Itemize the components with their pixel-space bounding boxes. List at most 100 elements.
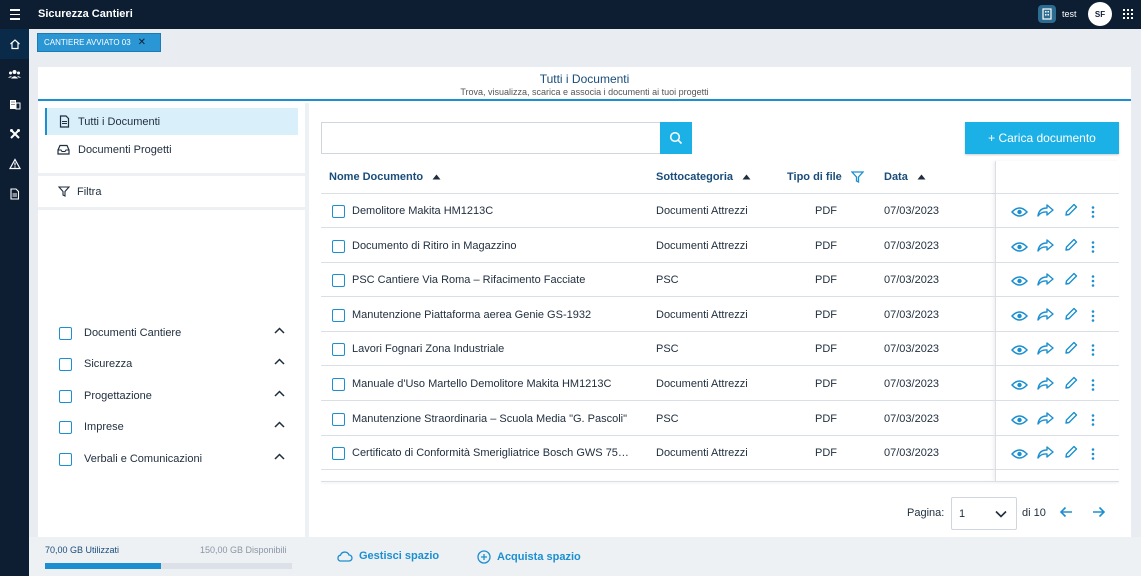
- sidebar-item-project-documents[interactable]: Documenti Progetti: [45, 136, 298, 163]
- row-checkbox[interactable]: [332, 343, 345, 357]
- manage-space-link[interactable]: Gestisci spazio: [336, 550, 439, 562]
- search-button[interactable]: [660, 122, 692, 154]
- more-options-icon[interactable]: [1091, 413, 1095, 431]
- nav-buildings[interactable]: [0, 89, 29, 119]
- chevron-up-icon[interactable]: [274, 390, 285, 397]
- edit-icon[interactable]: [1064, 341, 1078, 360]
- category-checkbox[interactable]: [59, 452, 72, 466]
- view-icon[interactable]: [1010, 413, 1029, 431]
- category-documenti-cantiere[interactable]: Documenti Cantiere: [59, 324, 285, 342]
- document-name[interactable]: Lavori Fognari Zona Industriale: [352, 343, 635, 355]
- row-checkbox[interactable]: [332, 205, 345, 218]
- buy-space-link[interactable]: Acquista spazio: [477, 550, 581, 564]
- view-icon[interactable]: [1010, 447, 1029, 465]
- sort-up-icon[interactable]: [432, 174, 441, 180]
- chevron-up-icon[interactable]: [274, 453, 285, 460]
- edit-icon[interactable]: [1064, 238, 1078, 257]
- table-row[interactable]: Demolitore Makita HM1213C Documenti Attre…: [321, 194, 1119, 228]
- edit-icon[interactable]: [1064, 445, 1078, 464]
- table-row[interactable]: Manutenzione Piattaforma aerea Genie GS-…: [321, 298, 1119, 332]
- row-checkbox[interactable]: [332, 274, 345, 288]
- document-name[interactable]: Manuale d'Uso Martello Demolitore Makita…: [352, 378, 635, 390]
- row-checkbox[interactable]: [332, 412, 345, 426]
- edit-icon[interactable]: [1064, 307, 1078, 326]
- share-icon[interactable]: [1037, 308, 1054, 326]
- nav-warnings[interactable]: [0, 149, 29, 179]
- arrow-right-icon[interactable]: [1092, 506, 1106, 518]
- column-header-file-type[interactable]: Tipo di file: [787, 171, 864, 183]
- category-checkbox[interactable]: [59, 357, 72, 371]
- chevron-up-icon[interactable]: [274, 421, 285, 428]
- project-chip[interactable]: CANTIERE AVVIATO 03 ✕: [37, 33, 161, 52]
- view-icon[interactable]: [1010, 274, 1029, 292]
- view-icon[interactable]: [1010, 240, 1029, 258]
- chevron-up-icon[interactable]: [274, 327, 285, 334]
- row-checkbox[interactable]: [332, 308, 345, 322]
- document-name[interactable]: PSC Cantiere Via Roma – Rifacimento Facc…: [352, 274, 635, 286]
- more-options-icon[interactable]: [1091, 309, 1095, 327]
- nav-documents[interactable]: [0, 179, 29, 209]
- more-options-icon[interactable]: [1091, 274, 1095, 292]
- row-checkbox[interactable]: [332, 447, 345, 461]
- document-name[interactable]: Documento di Ritiro in Magazzino: [352, 240, 635, 252]
- share-icon[interactable]: [1037, 273, 1054, 291]
- table-row[interactable]: Manuale d'Uso Martello Demolitore Makita…: [321, 367, 1119, 401]
- share-icon[interactable]: [1037, 204, 1054, 222]
- category-checkbox[interactable]: [59, 389, 72, 403]
- table-row[interactable]: PSC Cantiere Via Roma – Rifacimento Facc…: [321, 263, 1119, 298]
- more-options-icon[interactable]: [1091, 343, 1095, 361]
- category-imprese[interactable]: Imprese: [59, 418, 285, 436]
- search-input[interactable]: [321, 122, 661, 154]
- view-icon[interactable]: [1010, 205, 1029, 223]
- document-name[interactable]: Demolitore Makita HM1213C: [352, 205, 635, 217]
- building-icon[interactable]: [1038, 5, 1056, 23]
- arrow-left-icon[interactable]: [1059, 506, 1073, 518]
- nav-users[interactable]: [0, 59, 29, 89]
- sort-up-icon[interactable]: [917, 174, 926, 180]
- view-icon[interactable]: [1010, 343, 1029, 361]
- column-header-name[interactable]: Nome Documento: [329, 171, 441, 183]
- edit-icon[interactable]: [1064, 411, 1078, 430]
- filter-toggle[interactable]: Filtra: [38, 176, 305, 207]
- column-header-subcategory[interactable]: Sottocategoria: [656, 171, 751, 183]
- category-checkbox[interactable]: [59, 420, 72, 434]
- share-icon[interactable]: [1037, 342, 1054, 360]
- user-name[interactable]: test: [1062, 9, 1077, 19]
- page-select[interactable]: 1: [951, 497, 1017, 530]
- sidebar-item-all-documents[interactable]: Tutti i Documenti: [45, 108, 298, 135]
- table-row[interactable]: Documento di Ritiro in Magazzino Document…: [321, 229, 1119, 263]
- document-name[interactable]: Certificato di Conformità Smerigliatrice…: [352, 447, 635, 459]
- avatar[interactable]: SF: [1088, 2, 1112, 26]
- table-row[interactable]: Manutenzione Straordinaria – Scuola Medi…: [321, 402, 1119, 436]
- share-icon[interactable]: [1037, 411, 1054, 430]
- chevron-up-icon[interactable]: [274, 358, 285, 365]
- category-checkbox[interactable]: [59, 326, 72, 340]
- view-icon[interactable]: [1010, 378, 1029, 396]
- upload-document-button[interactable]: + Carica documento: [965, 122, 1119, 154]
- document-name[interactable]: Manutenzione Piattaforma aerea Genie GS-…: [352, 309, 635, 321]
- hamburger-menu-icon[interactable]: [6, 6, 24, 23]
- table-row[interactable]: Lavori Fognari Zona Industriale PSC PDF 07/…: [321, 332, 1119, 367]
- more-options-icon[interactable]: [1091, 240, 1095, 258]
- view-icon[interactable]: [1010, 309, 1029, 327]
- apps-grid-icon[interactable]: [1123, 9, 1133, 19]
- more-options-icon[interactable]: [1091, 447, 1095, 465]
- filter-icon[interactable]: [850, 171, 864, 183]
- table-row[interactable]: Certificato di Conformità Smerigliatrice…: [321, 436, 1119, 471]
- category-progettazione[interactable]: Progettazione: [59, 387, 285, 405]
- category-verbali[interactable]: Verbali e Comunicazioni: [59, 450, 285, 468]
- nav-home[interactable]: [0, 29, 29, 59]
- category-sicurezza[interactable]: Sicurezza: [59, 355, 285, 373]
- share-icon[interactable]: [1037, 446, 1054, 464]
- more-options-icon[interactable]: [1091, 205, 1095, 223]
- row-checkbox[interactable]: [332, 378, 345, 391]
- row-checkbox[interactable]: [332, 239, 345, 253]
- sort-up-icon[interactable]: [742, 174, 751, 180]
- nav-tools[interactable]: [0, 119, 29, 149]
- share-icon[interactable]: [1037, 238, 1054, 257]
- edit-icon[interactable]: [1064, 272, 1078, 291]
- close-icon[interactable]: ✕: [138, 37, 146, 48]
- edit-icon[interactable]: [1064, 376, 1078, 395]
- edit-icon[interactable]: [1064, 203, 1078, 222]
- more-options-icon[interactable]: [1091, 378, 1095, 396]
